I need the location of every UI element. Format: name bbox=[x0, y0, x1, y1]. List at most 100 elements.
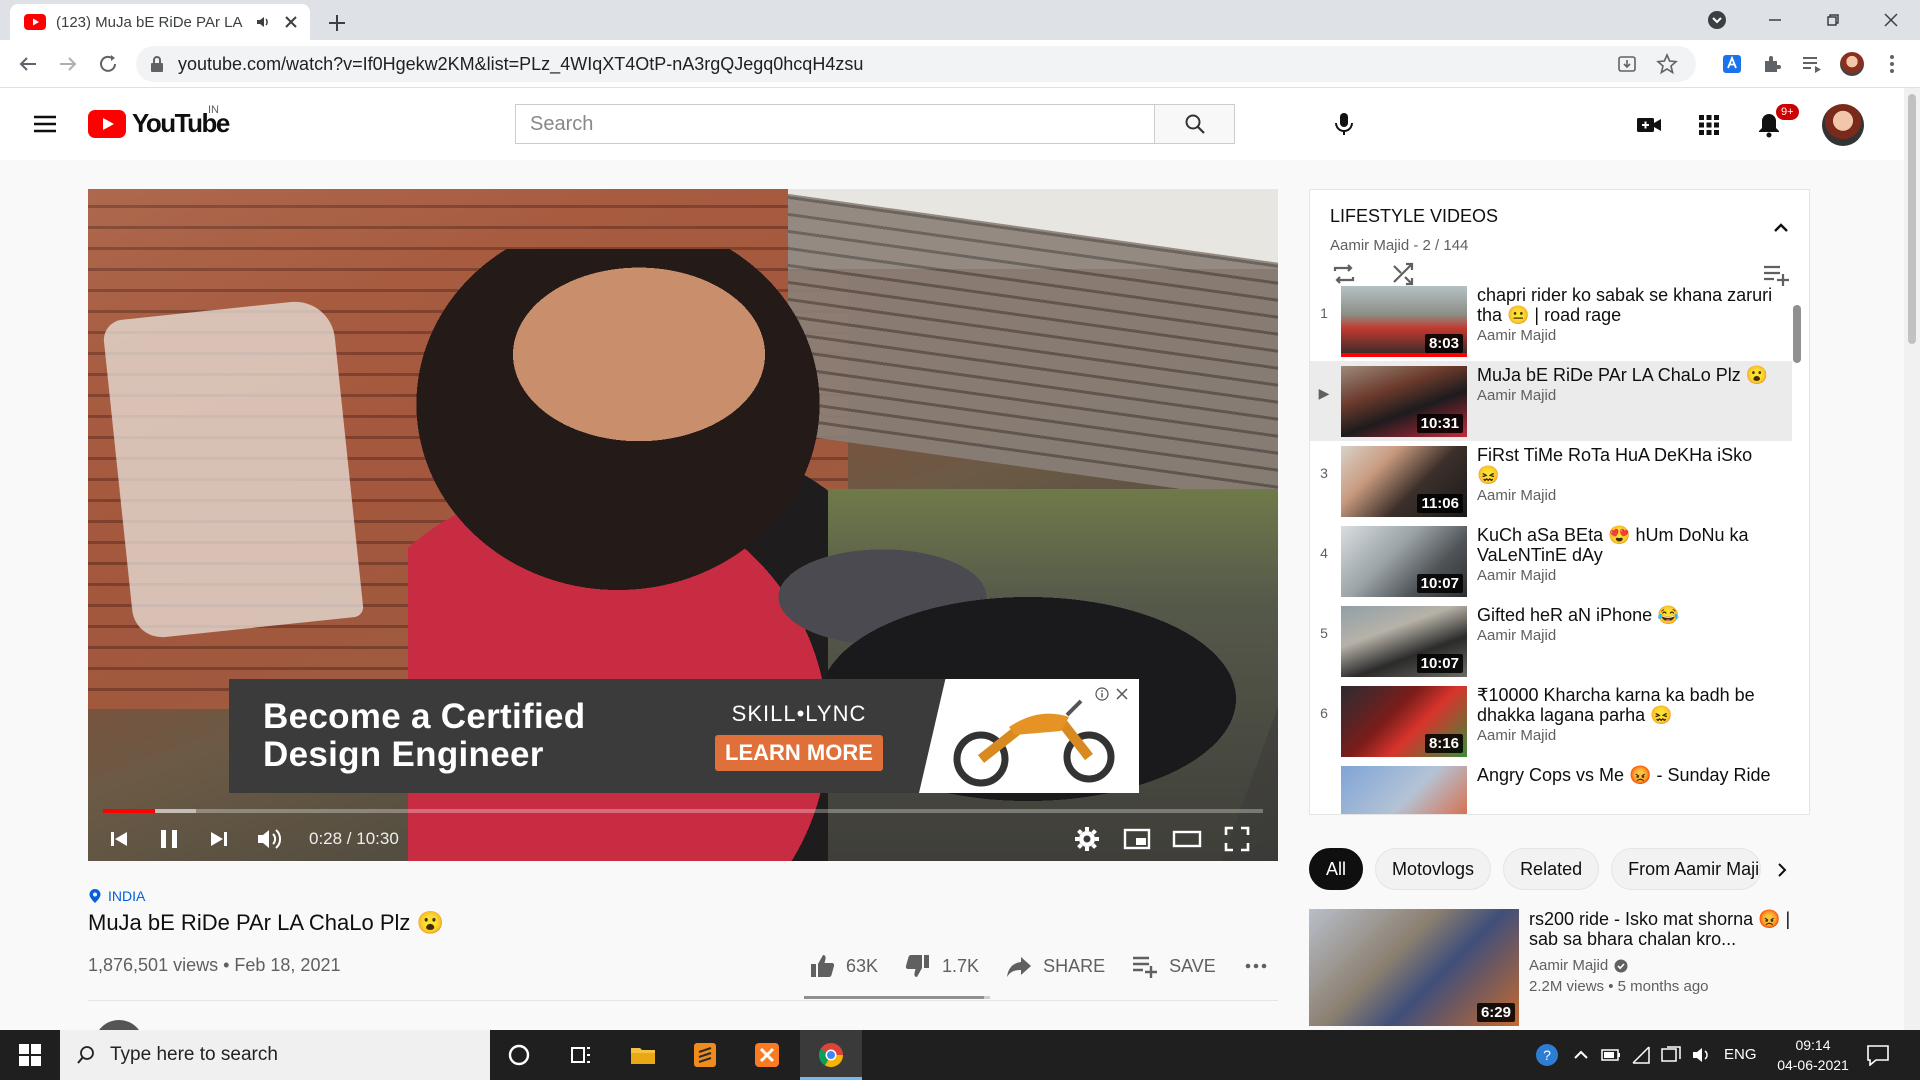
fullscreen-icon[interactable] bbox=[1222, 824, 1252, 854]
playlist-item-thumbnail[interactable] bbox=[1341, 766, 1467, 814]
restore-icon[interactable] bbox=[1804, 6, 1862, 34]
playlist-item[interactable]: 4 10:07 KuCh aSa BEta 😍 hUm DoNu ka VaLeNT… bbox=[1310, 521, 1792, 601]
network-icon[interactable] bbox=[1630, 1044, 1652, 1066]
extension-translate-icon[interactable] bbox=[1720, 52, 1744, 76]
recommended-video-title[interactable]: rs200 ride - Isko mat shorna 😡 | sab sa … bbox=[1529, 909, 1799, 949]
help-icon[interactable]: ? bbox=[1534, 1042, 1560, 1068]
search-input[interactable] bbox=[516, 105, 1154, 143]
apps-grid-icon[interactable] bbox=[1694, 110, 1724, 140]
playlist-item-title[interactable]: ₹10000 Kharcha karna ka badh be dhakka l… bbox=[1477, 685, 1777, 725]
playlist-item[interactable]: 1 8:03 chapri rider ko sabak se khana zaru… bbox=[1310, 281, 1792, 361]
page-scrollbar-thumb[interactable] bbox=[1908, 94, 1916, 344]
new-tab-icon[interactable] bbox=[324, 10, 350, 36]
media-queue-icon[interactable] bbox=[1800, 52, 1824, 76]
sublime-text-icon[interactable] bbox=[690, 1040, 720, 1070]
video-player[interactable]: Become a Certified Design Engineer SKILL… bbox=[88, 189, 1278, 861]
miniplayer-icon[interactable] bbox=[1122, 824, 1152, 854]
speaker-volume-icon[interactable] bbox=[1690, 1044, 1712, 1066]
speaker-mute-tab-icon[interactable] bbox=[254, 13, 272, 31]
video-progress-bar[interactable] bbox=[103, 809, 1263, 813]
playlist-item[interactable]: ▶ 10:31 MuJa bE RiDe PAr LA ChaLo Plz 😮 Aam… bbox=[1310, 361, 1792, 441]
collapse-chevron-up-icon[interactable] bbox=[1769, 216, 1793, 240]
chip-motovlogs[interactable]: Motovlogs bbox=[1375, 848, 1492, 890]
taskbar-search[interactable]: Type here to search bbox=[60, 1030, 490, 1080]
playlist-scrollbar-thumb[interactable] bbox=[1793, 305, 1801, 363]
ad-info-icon[interactable] bbox=[1095, 687, 1109, 701]
recommended-video[interactable]: 6:29 rs200 ride - Isko mat shorna 😡 | sa… bbox=[1309, 909, 1809, 1029]
forward-icon[interactable] bbox=[56, 52, 80, 76]
meet-now-icon[interactable] bbox=[1660, 1044, 1682, 1066]
theater-mode-icon[interactable] bbox=[1172, 824, 1202, 854]
browser-tab[interactable]: (123) MuJa bE RiDe PAr LA C bbox=[10, 4, 310, 40]
tab-search-icon[interactable] bbox=[1688, 6, 1746, 34]
address-bar[interactable]: youtube.com/watch?v=If0Hgekw2KM&list=PLz… bbox=[136, 46, 1696, 82]
dislike-button[interactable]: 1.7K bbox=[904, 952, 979, 980]
account-avatar[interactable] bbox=[1822, 104, 1864, 146]
bookmark-star-icon[interactable] bbox=[1656, 53, 1678, 75]
playlist-item-title[interactable]: chapri rider ko sabak se khana zaruri th… bbox=[1477, 285, 1777, 325]
playlist-item-thumbnail[interactable]: 10:07 bbox=[1341, 606, 1467, 677]
playlist-item[interactable]: 3 11:06 FiRst TiMe RoTa HuA DeKHa iSko 😖 Aa… bbox=[1310, 441, 1792, 521]
more-actions-button[interactable] bbox=[1242, 952, 1270, 980]
recommended-channel-name[interactable]: Aamir Majid bbox=[1529, 957, 1608, 974]
back-icon[interactable] bbox=[16, 52, 40, 76]
browser-menu-icon[interactable] bbox=[1880, 52, 1904, 76]
share-button[interactable]: SHARE bbox=[1005, 952, 1105, 980]
action-center-icon[interactable] bbox=[1866, 1044, 1890, 1066]
url-text[interactable]: youtube.com/watch?v=If0Hgekw2KM&list=PLz… bbox=[178, 54, 1616, 75]
cortana-icon[interactable] bbox=[504, 1040, 534, 1070]
playlist-item[interactable]: Angry Cops vs Me 😡 - Sunday Ride bbox=[1310, 761, 1792, 814]
show-hidden-icons-chevron-icon[interactable] bbox=[1570, 1044, 1592, 1066]
location-label[interactable]: INDIA bbox=[108, 888, 145, 904]
overlay-ad[interactable]: Become a Certified Design Engineer SKILL… bbox=[229, 679, 1139, 793]
task-view-icon[interactable] bbox=[566, 1040, 596, 1070]
minimize-icon[interactable] bbox=[1746, 6, 1804, 34]
microphone-icon[interactable] bbox=[1330, 110, 1358, 138]
playlist-item-thumbnail[interactable]: 11:06 bbox=[1341, 446, 1467, 517]
playlist-item-title[interactable]: Angry Cops vs Me 😡 - Sunday Ride bbox=[1477, 765, 1777, 785]
chrome-icon[interactable] bbox=[816, 1040, 846, 1070]
playlist-item-title[interactable]: KuCh aSa BEta 😍 hUm DoNu ka VaLeNTinE dA… bbox=[1477, 525, 1777, 565]
pause-icon[interactable] bbox=[154, 824, 184, 854]
playlist-item-thumbnail[interactable]: 8:16 bbox=[1341, 686, 1467, 757]
playlist-subtitle[interactable]: Aamir Majid - 2 / 144 bbox=[1330, 237, 1498, 254]
playlist-title[interactable]: LIFESTYLE VIDEOS bbox=[1330, 206, 1498, 227]
previous-video-icon[interactable] bbox=[104, 824, 134, 854]
location-tag[interactable]: INDIA bbox=[88, 888, 145, 904]
chip-all[interactable]: All bbox=[1309, 848, 1364, 890]
create-video-icon[interactable] bbox=[1634, 110, 1664, 140]
playlist-item-thumbnail[interactable]: 10:31 bbox=[1341, 366, 1467, 437]
playlist-item-title[interactable]: FiRst TiMe RoTa HuA DeKHa iSko 😖 bbox=[1477, 445, 1777, 485]
battery-icon[interactable] bbox=[1600, 1044, 1622, 1066]
start-button[interactable] bbox=[0, 1030, 60, 1080]
chips-next-chevron-icon[interactable] bbox=[1770, 858, 1794, 882]
lock-icon[interactable] bbox=[150, 56, 164, 72]
playlist-item-title[interactable]: MuJa bE RiDe PAr LA ChaLo Plz 😮 bbox=[1477, 365, 1777, 385]
close-tab-icon[interactable] bbox=[282, 13, 300, 31]
settings-gear-icon[interactable] bbox=[1072, 824, 1102, 854]
xampp-icon[interactable] bbox=[752, 1040, 782, 1070]
system-clock[interactable]: 09:14 04-06-2021 bbox=[1770, 1035, 1856, 1075]
ad-close-icon[interactable] bbox=[1115, 687, 1129, 701]
browser-profile-avatar[interactable] bbox=[1840, 52, 1864, 76]
playlist-item-thumbnail[interactable]: 10:07 bbox=[1341, 526, 1467, 597]
ad-learn-more-button[interactable]: LEARN MORE bbox=[715, 735, 883, 771]
volume-icon[interactable] bbox=[254, 824, 284, 854]
file-explorer-icon[interactable] bbox=[628, 1040, 658, 1070]
search-button[interactable] bbox=[1154, 105, 1234, 143]
chip-from-channel[interactable]: From Aamir Majid bbox=[1611, 848, 1762, 890]
install-app-icon[interactable] bbox=[1616, 53, 1638, 75]
input-language[interactable]: ENG bbox=[1724, 1046, 1757, 1063]
recommended-video-channel[interactable]: Aamir Majid bbox=[1529, 957, 1628, 974]
save-button[interactable]: SAVE bbox=[1131, 952, 1216, 980]
close-window-icon[interactable] bbox=[1862, 6, 1920, 34]
menu-icon[interactable] bbox=[32, 112, 58, 136]
playlist-item-thumbnail[interactable]: 8:03 bbox=[1341, 286, 1467, 357]
chip-related[interactable]: Related bbox=[1503, 848, 1600, 890]
page-scrollbar[interactable] bbox=[1904, 88, 1920, 1030]
like-button[interactable]: 63K bbox=[808, 952, 878, 980]
youtube-logo[interactable]: YouTube IN bbox=[88, 104, 230, 139]
extensions-puzzle-icon[interactable] bbox=[1760, 52, 1784, 76]
playlist-item-title[interactable]: Gifted heR aN iPhone 😂 bbox=[1477, 605, 1777, 625]
recommended-video-thumbnail[interactable]: 6:29 bbox=[1309, 909, 1519, 1026]
